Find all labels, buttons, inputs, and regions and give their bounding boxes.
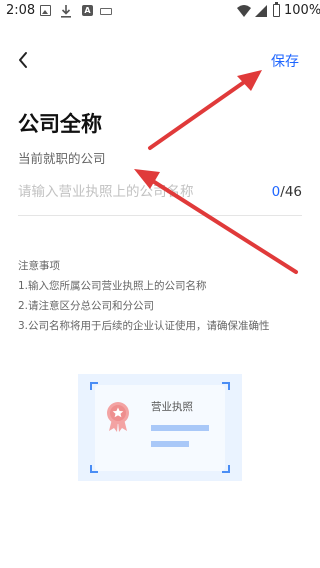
- license-label: 营业执照: [151, 401, 193, 413]
- char-count-current: 0: [271, 184, 281, 200]
- save-button[interactable]: 保存: [271, 51, 299, 71]
- company-name-field: 0/46: [18, 176, 302, 216]
- note-item: 2.请注意区分总公司和分公司: [18, 300, 155, 312]
- chevron-left-icon: [19, 52, 27, 68]
- download-icon: [61, 5, 71, 18]
- license-card: 营业执照: [95, 385, 225, 471]
- battery-percent: 100%: [284, 3, 320, 18]
- company-name-input[interactable]: [18, 180, 258, 204]
- page-title: 公司全称: [18, 112, 102, 136]
- image-icon: [40, 5, 51, 16]
- note-item: 3.公司名称将用于后续的企业认证使用，请确保准确性: [18, 320, 270, 332]
- keyboard-icon: [100, 8, 112, 15]
- status-time: 2:08: [6, 3, 36, 18]
- wifi-icon: [237, 5, 251, 17]
- notes-heading: 注意事项: [18, 260, 60, 272]
- char-counter: 0/46: [272, 184, 302, 200]
- annotation-arrow-to-save: [148, 70, 262, 150]
- battery-icon: [273, 2, 280, 17]
- signal-icon: [255, 5, 267, 17]
- char-count-max: /46: [280, 184, 302, 200]
- note-item: 1.输入您所属公司营业执照上的公司名称: [18, 280, 207, 292]
- status-bar: 2:08 A 100%: [0, 0, 320, 24]
- notes-section: 注意事项 1.输入您所属公司营业执照上的公司名称 2.请注意区分总公司和分公司 …: [18, 256, 270, 336]
- seal-icon: [107, 402, 129, 432]
- placeholder-bar: [151, 425, 209, 431]
- business-license-illustration: 营业执照: [78, 374, 242, 481]
- back-button[interactable]: [12, 48, 36, 72]
- field-label: 当前就职的公司: [18, 151, 106, 166]
- placeholder-bar: [151, 441, 189, 447]
- a-icon: A: [82, 5, 93, 16]
